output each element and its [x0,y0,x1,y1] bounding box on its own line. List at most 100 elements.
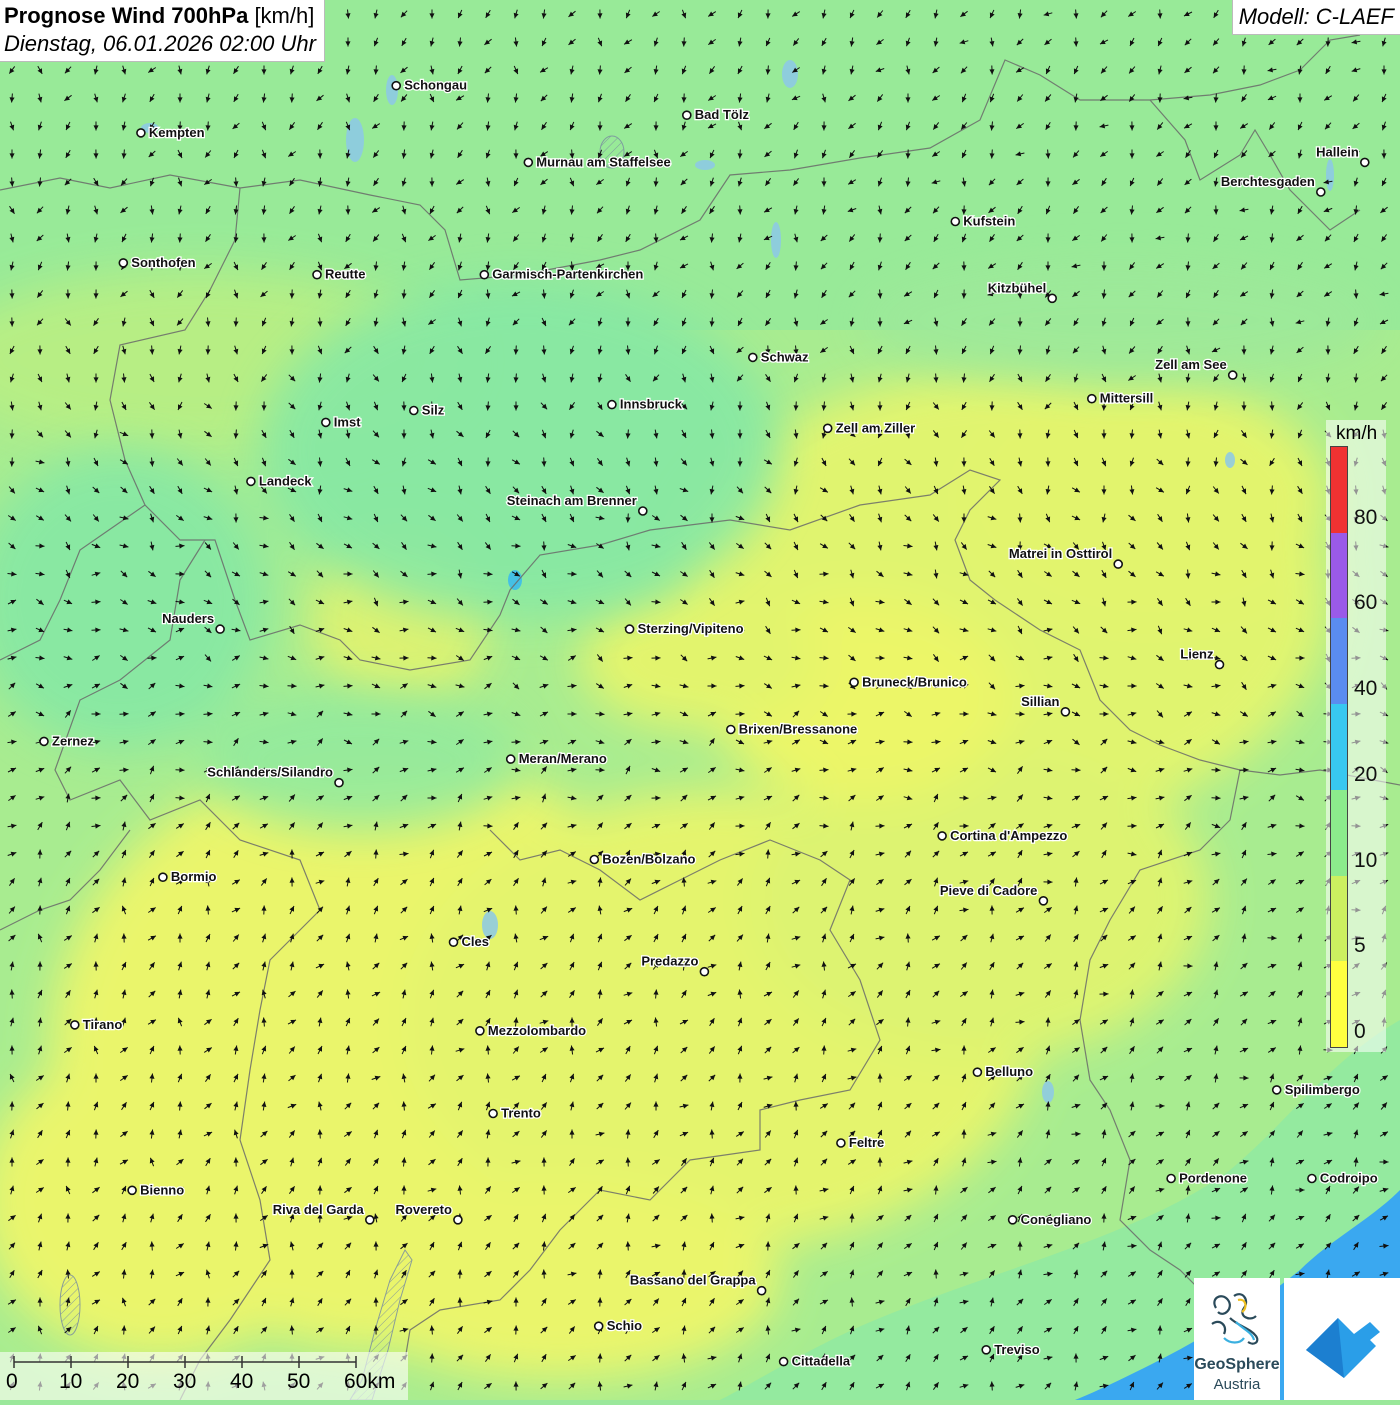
city-dot-icon [507,755,515,763]
city-marker: Murnau am Staffelsee [524,154,670,169]
legend-color-segment [1331,447,1347,533]
city-dot-icon [590,856,598,864]
city-label: Zell am See [1155,357,1227,372]
city-dot-icon [1361,158,1369,166]
city-label: Hallein [1316,144,1359,159]
city-label: Cles [462,934,489,949]
city-label: Sonthofen [131,255,195,270]
city-dot-icon [524,158,532,166]
city-marker: Spilimbergo [1273,1082,1360,1097]
city-label: Pieve di Cadore [940,883,1038,898]
city-label: Steinach am Brenner [507,493,637,508]
scale-label: 20 [116,1370,139,1394]
city-label: Lienz [1180,647,1214,662]
city-label: Feltre [849,1135,884,1150]
city-dot-icon [850,678,858,686]
scale-label: 0 [6,1370,18,1394]
city-dot-icon [700,968,708,976]
city-marker: Sonthofen [119,255,195,270]
city-dot-icon [137,129,145,137]
city-label: Zell am Ziller [836,420,915,435]
city-dot-icon [476,1027,484,1035]
legend-tick-label: 20 [1354,763,1377,787]
city-label: Cortina d'Ampezzo [950,828,1067,843]
legend-tick-label: 40 [1354,677,1377,701]
scale-bar: 0102030405060km [0,1352,408,1400]
city-label: Schlanders/Silandro [207,765,333,780]
city-dot-icon [119,259,127,267]
city-marker: Schongau [392,78,467,93]
city-marker: Innsbruck [608,397,683,412]
legend-color-segment [1331,790,1347,876]
city-dot-icon [366,1216,374,1224]
city-label: Innsbruck [620,397,683,412]
city-dot-icon [1048,294,1056,302]
city-marker: Sterzing/Vipiteno [626,621,744,636]
city-label: Imst [334,414,361,429]
legend-color-segment [1331,618,1347,704]
city-dot-icon [454,1216,462,1224]
model-label: Modell: C-LAEF [1232,0,1400,35]
legend-unit: km/h [1336,423,1377,445]
city-dot-icon [608,401,616,409]
color-legend: km/h 051020406080 [1326,420,1386,1052]
city-marker: Conegliano [1009,1212,1092,1227]
city-dot-icon [1273,1086,1281,1094]
city-label: Riva del Garda [273,1202,365,1217]
scale-label: 50 [287,1370,310,1394]
city-dot-icon [489,1110,497,1118]
city-label: Spilimbergo [1285,1082,1360,1097]
wind-forecast-map: SchongauBad TölzKemptenMurnau am Staffel… [0,0,1400,1400]
city-dot-icon [749,353,757,361]
city-dot-icon [1088,395,1096,403]
city-marker: Garmisch-Partenkirchen [480,267,643,282]
city-dot-icon [313,271,321,279]
city-marker: Cortina d'Ampezzo [938,828,1067,843]
city-label: Kufstein [963,214,1015,229]
city-label: Landeck [259,473,313,488]
city-dot-icon [683,111,691,119]
geosphere-logo[interactable]: GeoSphere Austria [1194,1278,1280,1400]
city-label: Schongau [404,78,467,93]
cloud-arrow-logo-icon [1284,1278,1400,1400]
city-label: Bozen/Bolzano [602,852,695,867]
city-dot-icon [1167,1175,1175,1183]
city-label: Silz [422,403,445,418]
city-marker: Brixen/Bressanone [727,722,858,737]
city-dot-icon [780,1358,788,1366]
city-dot-icon [40,737,48,745]
city-dot-icon [824,424,832,432]
legend-color-segment [1331,704,1347,790]
city-marker: Meran/Merano [507,751,607,766]
city-dot-icon [1039,897,1047,905]
scale-label: 40 [230,1370,253,1394]
city-dot-icon [973,1068,981,1076]
legend-color-segment [1331,876,1347,962]
city-label: Zernez [52,733,94,748]
legend-tick-label: 60 [1354,591,1377,615]
scale-label: 10 [59,1370,82,1394]
geosphere-logo-line1: GeoSphere [1194,1356,1280,1374]
city-dot-icon [216,625,224,633]
city-dot-icon [1114,560,1122,568]
city-marker: Pordenone [1167,1171,1247,1186]
city-label: Kempten [149,125,205,140]
city-label: Kitzbühel [988,280,1047,295]
city-label: Schwaz [761,349,809,364]
map-title-box: Prognose Wind 700hPa [km/h] Dienstag, 06… [0,0,325,62]
city-marker: Mezzolombardo [476,1023,586,1038]
city-label: Trento [501,1106,541,1121]
city-label: Cittadella [792,1354,851,1369]
city-dot-icon [758,1287,766,1295]
legend-color-segment [1331,961,1347,1047]
city-dot-icon [335,779,343,787]
city-label: Belluno [985,1064,1033,1079]
city-label: Bormio [171,869,217,884]
geosphere-emblem-icon [1194,1278,1280,1358]
city-dot-icon [247,477,255,485]
city-dot-icon [159,873,167,881]
legend-color-bar [1330,446,1348,1048]
city-label: Garmisch-Partenkirchen [492,267,643,282]
city-label: Nauders [162,611,214,626]
app-logo[interactable] [1284,1278,1400,1400]
